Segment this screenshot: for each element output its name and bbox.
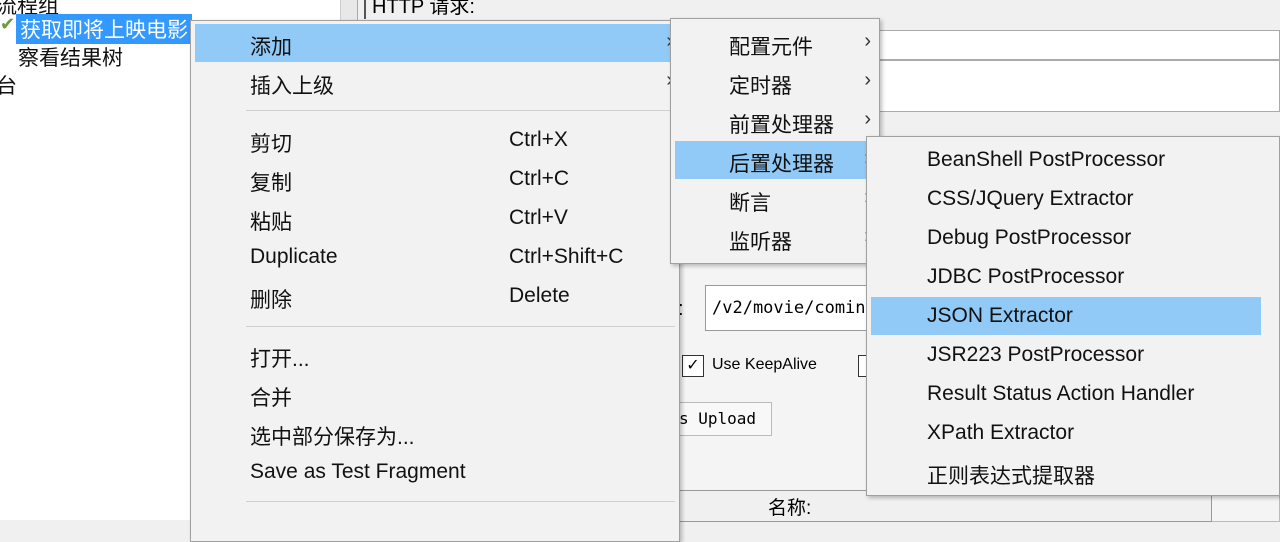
- context-menu-item[interactable]: 复制 Ctrl+C: [195, 160, 675, 198]
- menu-item-label: 打开...: [250, 348, 310, 371]
- menu-item-label: 断言: [729, 192, 771, 215]
- context-menu-item[interactable]: 剪切 Ctrl+X: [195, 121, 675, 159]
- menu-item-label: 粘贴: [250, 211, 292, 234]
- menu-item-label: 合并: [250, 387, 292, 410]
- menu-item-shortcut: Ctrl+Shift+C: [509, 245, 624, 268]
- context-menu-item[interactable]: 合并: [195, 375, 675, 413]
- menu-separator: [246, 326, 675, 327]
- add-submenu: 配置元件 › 定时器 › 前置处理器 › 后置处理器›断言›监听器›: [670, 18, 880, 264]
- menu-item-label: 复制: [250, 172, 292, 195]
- context-menu-item[interactable]: 插入上级›: [195, 63, 675, 101]
- menu-item-label: XPath Extractor: [927, 421, 1075, 444]
- panel-title: HTTP 请求:: [364, 0, 475, 19]
- menu-item-shortcut: Ctrl+X: [509, 128, 568, 151]
- menu-item-label: 添加: [250, 36, 292, 59]
- menu-separator: [246, 110, 675, 111]
- chevron-right-icon: ›: [864, 69, 871, 91]
- context-menu-item[interactable]: 打开...: [195, 336, 675, 374]
- name-label: 名称:: [768, 498, 812, 519]
- menu-item-label: 删除: [250, 289, 292, 312]
- tab-files-upload[interactable]: s Upload: [678, 402, 772, 436]
- add-submenu-item[interactable]: 后置处理器›: [675, 141, 873, 179]
- context-menu-item[interactable]: 粘贴 Ctrl+V: [195, 199, 675, 237]
- context-menu: 添加›插入上级› 剪切 Ctrl+X 复制 Ctrl+C 粘贴 Ctrl+V Duplicat…: [190, 20, 680, 542]
- postprocessor-item[interactable]: JSON Extractor: [871, 297, 1261, 335]
- menu-item-shortcut: Delete: [509, 284, 570, 307]
- add-submenu-item[interactable]: 前置处理器 ›: [675, 102, 873, 140]
- menu-item-label: 监听器: [729, 231, 792, 254]
- menu-item-label: JSON Extractor: [927, 304, 1073, 327]
- add-submenu-item[interactable]: 配置元件 ›: [675, 24, 873, 62]
- menu-separator: [246, 501, 675, 502]
- menu-item-label: 配置元件: [729, 36, 813, 59]
- menu-item-label: JSR223 PostProcessor: [927, 343, 1145, 366]
- name-input[interactable]: [878, 30, 1280, 60]
- context-menu-item[interactable]: Duplicate Ctrl+Shift+C: [195, 238, 675, 276]
- postprocessor-item[interactable]: JSR223 PostProcessor: [871, 336, 1261, 374]
- menu-item-label: Save as Test Fragment: [250, 460, 466, 483]
- menu-item-label: 选中部分保存为...: [250, 426, 415, 449]
- chevron-right-icon: ›: [864, 108, 871, 130]
- menu-item-shortcut: Ctrl+V: [509, 206, 568, 229]
- keepalive-label: Use KeepAlive: [712, 356, 817, 373]
- context-menu-item[interactable]: Save as Test Fragment: [195, 453, 675, 491]
- menu-item-label: JDBC PostProcessor: [927, 265, 1125, 288]
- context-menu-item[interactable]: 删除 Delete: [195, 277, 675, 315]
- menu-item-label: 正则表达式提取器: [927, 465, 1095, 488]
- comment-input[interactable]: [878, 60, 1280, 112]
- postprocessor-item[interactable]: Debug PostProcessor: [871, 219, 1261, 257]
- postprocessor-submenu: BeanShell PostProcessor CSS/JQuery Extrac…: [866, 136, 1280, 496]
- postprocessor-item[interactable]: JDBC PostProcessor: [871, 258, 1261, 296]
- add-submenu-item[interactable]: 断言›: [675, 180, 873, 218]
- add-submenu-item[interactable]: 监听器›: [675, 219, 873, 257]
- tree-node-workbench[interactable]: 台: [0, 70, 17, 100]
- postprocessor-item[interactable]: CSS/JQuery Extractor: [871, 180, 1261, 218]
- context-menu-item[interactable]: 选中部分保存为...: [195, 414, 675, 452]
- menu-item-label: 剪切: [250, 133, 292, 156]
- menu-item-label: Duplicate: [250, 245, 338, 268]
- postprocessor-item[interactable]: BeanShell PostProcessor: [871, 141, 1261, 179]
- postprocessor-item[interactable]: 正则表达式提取器: [871, 453, 1261, 491]
- menu-item-label: Debug PostProcessor: [927, 226, 1132, 249]
- add-submenu-item[interactable]: 定时器 ›: [675, 63, 873, 101]
- sampler-icon: ✔: [0, 14, 16, 34]
- menu-item-label: Result Status Action Handler: [927, 382, 1195, 405]
- menu-item-label: 后置处理器: [729, 153, 834, 176]
- menu-item-label: 插入上级: [250, 75, 334, 98]
- menu-item-label: CSS/JQuery Extractor: [927, 187, 1134, 210]
- keepalive-checkbox[interactable]: ✓: [682, 355, 704, 377]
- context-menu-item[interactable]: 添加›: [195, 24, 675, 62]
- tree-node-selected-sampler[interactable]: 获取即将上映电影: [16, 14, 192, 44]
- menu-item-label: 定时器: [729, 75, 792, 98]
- menu-item-label: BeanShell PostProcessor: [927, 148, 1166, 171]
- chevron-right-icon: ›: [864, 30, 871, 52]
- postprocessor-item[interactable]: Result Status Action Handler: [871, 375, 1261, 413]
- tree-node-view-results-tree[interactable]: 察看结果树: [18, 42, 123, 72]
- menu-item-label: 前置处理器: [729, 114, 834, 137]
- postprocessor-item[interactable]: XPath Extractor: [871, 414, 1261, 452]
- menu-item-shortcut: Ctrl+C: [509, 167, 570, 190]
